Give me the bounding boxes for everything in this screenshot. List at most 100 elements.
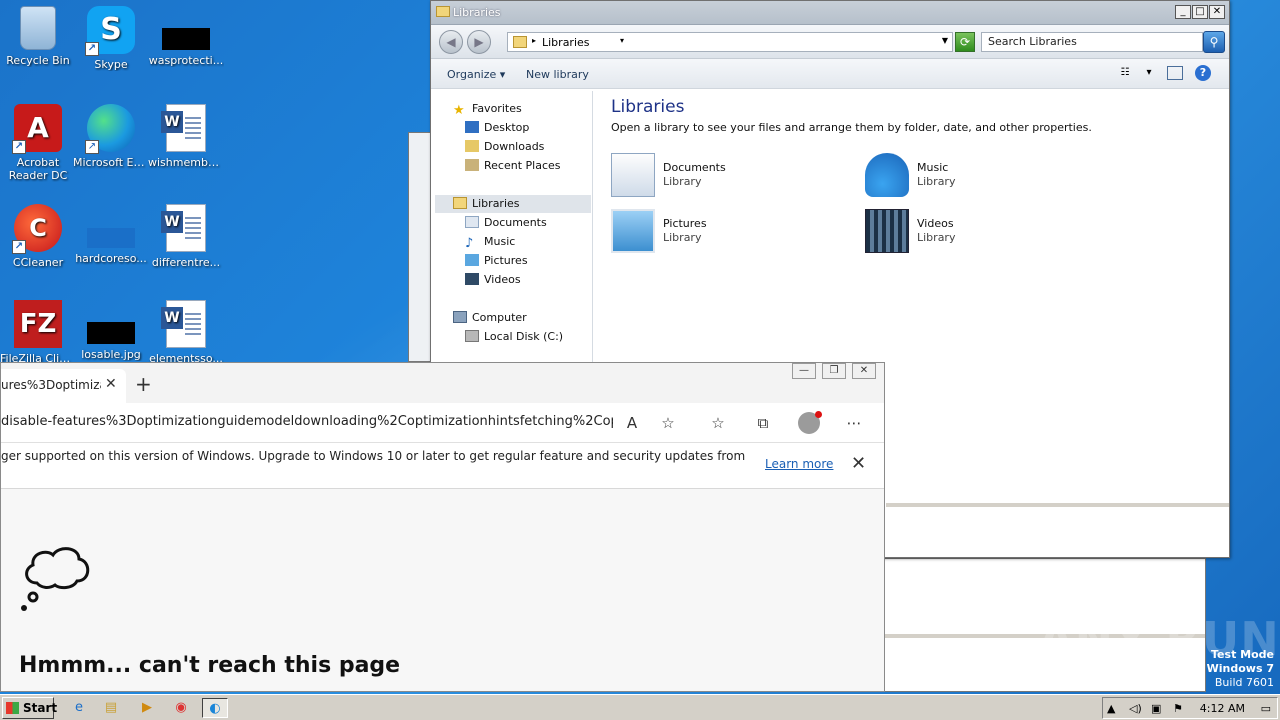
- pictures-icon: [465, 254, 479, 266]
- view-options-icon[interactable]: ☷: [1117, 66, 1133, 80]
- shortcut-arrow-icon: ↗: [85, 42, 99, 56]
- computer-icon: [453, 311, 467, 323]
- thought-cloud-icon: [21, 547, 90, 611]
- background-window[interactable]: [408, 132, 432, 362]
- black-file-icon: [87, 322, 135, 344]
- add-favorite-icon[interactable]: ☆: [657, 412, 679, 434]
- action-center-flag-icon[interactable]: ⚑: [1173, 702, 1183, 715]
- learn-more-link[interactable]: Learn more: [765, 457, 833, 471]
- desktop-icon-elementsso[interactable]: elementsso...: [148, 300, 224, 365]
- drive-icon: [465, 330, 479, 342]
- desktop-icon-differentre[interactable]: differentre...: [148, 204, 224, 269]
- desktop-icon-acrobat[interactable]: A ↗ Acrobat Reader DC: [0, 104, 76, 182]
- skype-icon: S ↗: [85, 6, 135, 56]
- nav-item-downloads[interactable]: Downloads: [465, 138, 544, 156]
- preview-pane-icon[interactable]: [1167, 66, 1183, 80]
- music-icon: ♪: [465, 236, 474, 251]
- videos-icon: [465, 273, 479, 285]
- documents-library-icon: [611, 153, 655, 197]
- nav-item-videos[interactable]: Videos: [465, 271, 521, 289]
- shortcut-arrow-icon: ↗: [12, 240, 26, 254]
- chevron-down-icon[interactable]: ▾: [620, 36, 624, 45]
- explorer-titlebar[interactable]: Libraries _ □ ✕: [431, 1, 1229, 25]
- show-desktop-icon[interactable]: ▭: [1261, 702, 1271, 715]
- desktop-icon-losable[interactable]: losable.jpg: [73, 300, 149, 361]
- filezilla-icon: FZ: [14, 300, 62, 348]
- error-title: Hmmm... can't reach this page: [19, 653, 401, 678]
- network-icon[interactable]: ▣: [1151, 702, 1161, 715]
- maximize-button[interactable]: □: [1192, 5, 1208, 19]
- close-button[interactable]: ✕: [1209, 5, 1225, 19]
- nav-libraries[interactable]: Libraries: [453, 195, 520, 213]
- library-videos[interactable]: Videos Library: [865, 209, 1095, 257]
- tray-expand-icon[interactable]: ▲: [1107, 702, 1115, 715]
- nav-item-pictures[interactable]: Pictures: [465, 252, 528, 270]
- profile-avatar[interactable]: [798, 411, 822, 434]
- close-button[interactable]: ✕: [852, 363, 876, 379]
- videos-library-icon: [865, 209, 909, 253]
- ie-icon[interactable]: e: [66, 698, 92, 718]
- browser-tab[interactable]: ures%3Doptimizati ✕: [1, 369, 126, 403]
- read-aloud-icon[interactable]: A: [621, 412, 643, 434]
- desktop-icon-recycle-bin[interactable]: Recycle Bin: [0, 6, 76, 67]
- nav-item-recent-places[interactable]: Recent Places: [465, 157, 561, 175]
- shortcut-arrow-icon: ↗: [85, 140, 99, 154]
- minimize-button[interactable]: _: [1175, 5, 1191, 19]
- volume-icon[interactable]: ◁): [1129, 702, 1142, 715]
- media-player-icon[interactable]: ▶: [134, 698, 160, 718]
- library-pictures[interactable]: Pictures Library: [611, 209, 841, 257]
- chevron-down-icon[interactable]: ▾: [1141, 66, 1157, 80]
- library-documents[interactable]: Documents Library: [611, 153, 841, 201]
- restore-button[interactable]: ❐: [822, 363, 846, 379]
- breadcrumb[interactable]: Libraries: [542, 36, 590, 49]
- chrome-icon[interactable]: ◉: [168, 698, 194, 718]
- music-library-icon: [865, 153, 909, 197]
- word-doc-icon: [161, 300, 206, 348]
- forward-button[interactable]: ▶: [467, 30, 491, 54]
- desktop-icon-hardcoreso[interactable]: hardcoreso...: [73, 204, 149, 265]
- back-button[interactable]: ◀: [439, 30, 463, 54]
- start-button[interactable]: Start: [2, 697, 57, 719]
- search-input[interactable]: Search Libraries: [981, 32, 1203, 52]
- collections-icon[interactable]: ⧉: [752, 412, 774, 434]
- desktop-icon-edge[interactable]: ↗ Microsoft Edge: [73, 104, 149, 169]
- address-bar[interactable]: ▸ Libraries ▾ ▼: [507, 32, 953, 52]
- minimize-button[interactable]: —: [792, 363, 816, 379]
- refresh-button[interactable]: ⟳: [955, 32, 975, 52]
- edge-toolbar: disable-features%3Doptimizationguidemode…: [1, 403, 884, 443]
- more-options-icon[interactable]: ⋯: [843, 412, 865, 434]
- edge-taskbar-icon[interactable]: ◐: [202, 698, 228, 718]
- search-icon[interactable]: ⚲: [1203, 31, 1225, 53]
- nav-favorites[interactable]: ★ Favorites: [453, 100, 522, 118]
- clock[interactable]: 4:12 AM: [1200, 702, 1245, 715]
- library-music[interactable]: Music Library: [865, 153, 1095, 201]
- desktop-icon-skype[interactable]: S ↗ Skype: [73, 6, 149, 71]
- nav-item-local-disk[interactable]: Local Disk (C:): [465, 328, 563, 346]
- dismiss-infobar-icon[interactable]: ✕: [851, 453, 866, 474]
- acrobat-icon: A ↗: [12, 104, 62, 154]
- organize-button[interactable]: Organize ▾: [447, 68, 505, 81]
- nav-item-desktop[interactable]: Desktop: [465, 119, 529, 137]
- desktop-icon-wasprotecti[interactable]: wasprotecti...: [148, 6, 224, 67]
- tab-close-icon[interactable]: ✕: [105, 376, 117, 392]
- address-dropdown-icon[interactable]: ▼: [942, 36, 948, 45]
- edge-browser-window[interactable]: ures%3Doptimizati ✕ + — ❐ ✕ disable-feat…: [0, 362, 885, 692]
- nav-item-documents[interactable]: Documents: [465, 214, 547, 232]
- nav-item-music[interactable]: ♪ Music: [465, 233, 515, 251]
- new-tab-button[interactable]: +: [135, 374, 152, 394]
- desktop-icon-ccleaner[interactable]: C ↗ CCleaner: [0, 204, 76, 269]
- details-pane: [886, 503, 1229, 557]
- explorer-taskbar-icon[interactable]: ▤: [98, 698, 124, 718]
- desktop-icon-filezilla[interactable]: FZ FileZilla Client: [0, 300, 76, 365]
- word-doc-icon: [161, 104, 206, 152]
- help-icon[interactable]: ?: [1195, 65, 1211, 81]
- ccleaner-icon: C ↗: [12, 204, 62, 254]
- chevron-right-icon[interactable]: ▸: [532, 36, 536, 45]
- desktop-icon-wishmember[interactable]: wishmember...: [148, 104, 224, 169]
- favorites-icon[interactable]: ☆: [707, 412, 729, 434]
- word-doc-icon: [161, 204, 206, 252]
- nav-computer[interactable]: Computer: [453, 309, 527, 327]
- address-bar[interactable]: disable-features%3Doptimizationguidemode…: [1, 414, 613, 429]
- new-library-button[interactable]: New library: [526, 68, 589, 81]
- blue-file-icon: [87, 228, 135, 248]
